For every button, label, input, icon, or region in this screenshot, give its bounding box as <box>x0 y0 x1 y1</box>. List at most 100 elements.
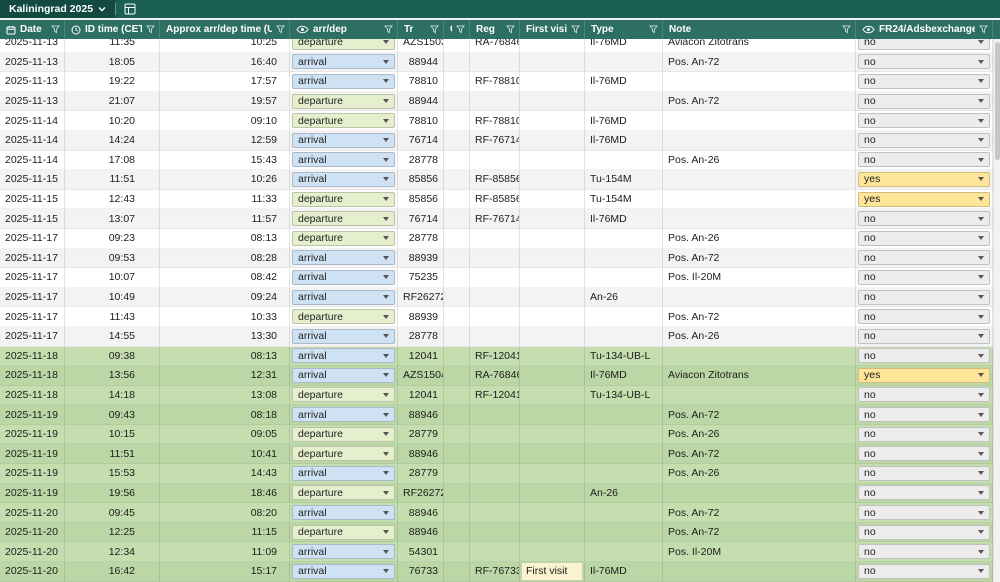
cell-note[interactable] <box>663 562 856 582</box>
cell-reg[interactable]: RA-76846 <box>470 366 520 386</box>
column-header-fr24[interactable]: FR24/Adsbexchange <box>856 20 993 39</box>
cell-tr[interactable]: 88946 <box>398 444 444 465</box>
cell-tr[interactable]: 88946 <box>398 522 444 543</box>
cell-first[interactable] <box>520 326 585 347</box>
cell-arrdep[interactable]: departure <box>290 39 398 53</box>
cell-first[interactable] <box>520 385 585 406</box>
cell-date[interactable]: 2025-11-20 <box>0 542 65 563</box>
cell-arrdep[interactable]: departure <box>290 444 398 465</box>
cell-date[interactable]: 2025-11-15 <box>0 189 65 210</box>
cell-reg[interactable] <box>470 150 520 171</box>
cell-first[interactable]: First visit <box>520 562 585 582</box>
filter-icon[interactable] <box>276 25 285 34</box>
arrdep-dropdown[interactable]: arrival <box>292 73 395 89</box>
cell-note[interactable]: Pos. An-72 <box>663 52 856 73</box>
cell-note[interactable] <box>663 111 856 131</box>
cell-arrdep[interactable]: arrival <box>290 130 398 151</box>
cell-type[interactable] <box>585 444 663 465</box>
cell-first[interactable] <box>520 444 585 465</box>
cell-id_time[interactable]: 12:34 <box>65 542 160 563</box>
cell-note[interactable]: Pos. Il-20M <box>663 268 856 288</box>
cell-id_time[interactable]: 13:56 <box>65 366 160 386</box>
arrdep-dropdown[interactable]: departure <box>292 446 395 462</box>
cell-tr[interactable]: AZS1504 <box>398 366 444 386</box>
cell-arrdep[interactable]: departure <box>290 522 398 543</box>
cell-call[interactable] <box>444 228 470 249</box>
cell-date[interactable]: 2025-11-18 <box>0 366 65 386</box>
cell-note[interactable]: Pos. An-72 <box>663 503 856 523</box>
cell-reg[interactable]: RF-85856 <box>470 189 520 210</box>
cell-first[interactable] <box>520 209 585 229</box>
filter-icon[interactable] <box>649 25 658 34</box>
cell-note[interactable]: Pos. An-72 <box>663 91 856 112</box>
cell-arrdep[interactable]: departure <box>290 209 398 229</box>
arrdep-dropdown[interactable]: departure <box>292 309 395 325</box>
arrdep-dropdown[interactable]: arrival <box>292 505 395 521</box>
cell-id_time[interactable]: 10:49 <box>65 287 160 308</box>
cell-date[interactable]: 2025-11-14 <box>0 150 65 171</box>
cell-arrdep[interactable]: departure <box>290 424 398 445</box>
cell-arrdep[interactable]: arrival <box>290 72 398 92</box>
cell-first[interactable] <box>520 248 585 269</box>
cell-date[interactable]: 2025-11-13 <box>0 52 65 73</box>
cell-type[interactable] <box>585 150 663 171</box>
cell-approx[interactable]: 17:57 <box>160 72 290 92</box>
cell-tr[interactable]: 12041 <box>398 385 444 406</box>
column-header-note[interactable]: Note <box>663 20 856 39</box>
cell-tr[interactable]: 85856 <box>398 189 444 210</box>
cell-date[interactable]: 2025-11-20 <box>0 503 65 523</box>
cell-date[interactable]: 2025-11-19 <box>0 464 65 484</box>
cell-first[interactable] <box>520 503 585 523</box>
cell-call[interactable] <box>444 39 470 53</box>
fr24-dropdown[interactable]: no <box>858 289 990 305</box>
cell-first[interactable] <box>520 307 585 327</box>
cell-arrdep[interactable]: departure <box>290 307 398 327</box>
cell-note[interactable]: Aviacon Zitotrans <box>663 39 856 53</box>
cell-tr[interactable]: 88946 <box>398 405 444 425</box>
cell-arrdep[interactable]: arrival <box>290 405 398 425</box>
cell-approx[interactable]: 08:28 <box>160 248 290 269</box>
cell-call[interactable] <box>444 542 470 563</box>
cell-note[interactable]: Pos. An-26 <box>663 424 856 445</box>
cell-reg[interactable]: RF-76733 <box>470 562 520 582</box>
cell-first[interactable] <box>520 228 585 249</box>
cell-reg[interactable] <box>470 326 520 347</box>
cell-date[interactable]: 2025-11-18 <box>0 385 65 406</box>
arrdep-dropdown[interactable]: arrival <box>292 407 395 423</box>
cell-tr[interactable]: 88946 <box>398 503 444 523</box>
cell-first[interactable] <box>520 542 585 563</box>
cell-type[interactable]: Il-76MD <box>585 72 663 92</box>
fr24-dropdown[interactable]: no <box>858 73 990 89</box>
column-header-id_time[interactable]: ID time (CET) <box>65 20 160 39</box>
cell-call[interactable] <box>444 522 470 543</box>
cell-fr24[interactable]: no <box>856 307 993 327</box>
cell-approx[interactable]: 12:59 <box>160 130 290 151</box>
cell-approx[interactable]: 13:30 <box>160 326 290 347</box>
arrdep-dropdown[interactable]: arrival <box>292 54 395 70</box>
arrdep-dropdown[interactable]: departure <box>292 524 395 540</box>
cell-id_time[interactable]: 13:07 <box>65 209 160 229</box>
cell-approx[interactable]: 13:08 <box>160 385 290 406</box>
cell-date[interactable]: 2025-11-17 <box>0 268 65 288</box>
cell-approx[interactable]: 09:05 <box>160 424 290 445</box>
cell-date[interactable]: 2025-11-20 <box>0 562 65 582</box>
cell-type[interactable]: Tu-134-UB-L <box>585 346 663 367</box>
cell-id_time[interactable]: 14:24 <box>65 130 160 151</box>
cell-type[interactable]: Il-76MD <box>585 209 663 229</box>
cell-date[interactable]: 2025-11-17 <box>0 326 65 347</box>
fr24-dropdown[interactable]: no <box>858 152 990 168</box>
cell-date[interactable]: 2025-11-17 <box>0 307 65 327</box>
cell-approx[interactable]: 19:57 <box>160 91 290 112</box>
arrdep-dropdown[interactable]: arrival <box>292 171 395 187</box>
cell-approx[interactable]: 14:43 <box>160 464 290 484</box>
filter-icon[interactable] <box>571 25 580 34</box>
cell-type[interactable] <box>585 464 663 484</box>
cell-approx[interactable]: 08:13 <box>160 228 290 249</box>
cell-date[interactable]: 2025-11-17 <box>0 287 65 308</box>
cell-arrdep[interactable]: arrival <box>290 248 398 269</box>
cell-arrdep[interactable]: arrival <box>290 542 398 563</box>
cell-note[interactable]: Pos. An-26 <box>663 150 856 171</box>
cell-reg[interactable] <box>470 522 520 543</box>
cell-approx[interactable]: 11:33 <box>160 189 290 210</box>
cell-arrdep[interactable]: departure <box>290 228 398 249</box>
